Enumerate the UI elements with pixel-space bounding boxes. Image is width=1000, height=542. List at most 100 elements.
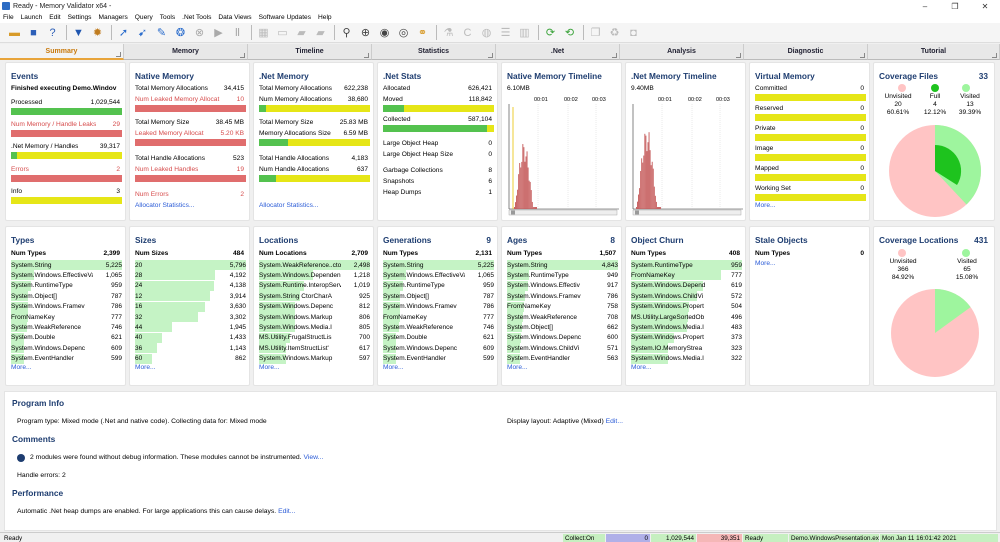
inject-icon[interactable]: ➹ <box>134 25 151 41</box>
recycle-icon[interactable]: ♻ <box>606 25 623 41</box>
stale-more-link[interactable]: More... <box>755 260 776 267</box>
menu-file[interactable]: File <box>3 14 14 21</box>
menu-software-updates[interactable]: Software Updates <box>259 14 311 21</box>
menu-help[interactable]: Help <box>318 14 332 21</box>
generations-more-link[interactable]: More... <box>383 364 404 371</box>
list-item[interactable]: System.IO.MemoryStrea 323 <box>631 343 742 354</box>
virtual-more-link[interactable]: More... <box>755 202 776 209</box>
menu-net-tools[interactable]: .Net Tools <box>182 14 211 21</box>
launch-rocket-icon[interactable]: ➚ <box>115 25 132 41</box>
play-icon[interactable]: ▶ <box>210 25 227 41</box>
list-item[interactable]: 16 3,630 <box>135 301 246 312</box>
list-item[interactable]: System.Windows.Dependen 1,218 <box>259 270 370 281</box>
native-errors-label[interactable]: Num Errors <box>135 191 169 198</box>
grid-icon[interactable]: ▦ <box>255 25 272 41</box>
camera-icon[interactable]: ◘ <box>625 25 642 41</box>
menu-tools[interactable]: Tools <box>160 14 175 21</box>
list-item[interactable]: System.Windows.Depenc 812 <box>259 301 370 312</box>
menu-launch[interactable]: Launch <box>21 14 43 21</box>
comments-view-link[interactable]: View... <box>303 454 323 461</box>
close-button[interactable]: ✕ <box>970 0 1000 12</box>
list-item[interactable]: System.Double 621 <box>11 332 122 343</box>
list-item[interactable]: System.Windows.ChildVi 571 <box>507 343 618 354</box>
tab-timeline[interactable]: Timeline <box>248 44 372 60</box>
list-item[interactable]: System.WeakReference 746 <box>11 322 122 333</box>
list-item[interactable]: System.Windows.Effectiv 917 <box>507 280 618 291</box>
menu-edit[interactable]: Edit <box>49 14 60 21</box>
list-item[interactable]: System.Windows.EffectiveVa 1,065 <box>11 270 122 281</box>
maximize-button[interactable]: ❐ <box>940 0 970 12</box>
list-item[interactable]: System.WeakReference 746 <box>383 322 494 333</box>
attach-icon[interactable]: ❂ <box>172 25 189 41</box>
tab-tutorial[interactable]: Tutorial <box>868 44 1000 60</box>
tab-summary[interactable]: Summary <box>0 44 124 60</box>
locations-more-link[interactable]: More... <box>259 364 280 371</box>
list-item[interactable]: System.EventHandler 563 <box>507 353 618 364</box>
list-item[interactable]: System.String 4,843 <box>507 260 618 270</box>
churn-more-link[interactable]: More... <box>631 364 652 371</box>
list-item[interactable]: System.Windows.Depend 619 <box>631 280 742 291</box>
list-item[interactable]: System.RuntimeType 959 <box>383 280 494 291</box>
list-item[interactable]: FromNameKey 777 <box>11 312 122 322</box>
list-item[interactable]: System.Windows.Propert 373 <box>631 332 742 343</box>
list-item[interactable]: 28 4,192 <box>135 270 246 281</box>
chart-icon[interactable]: ▥ <box>516 25 533 41</box>
menu-query[interactable]: Query <box>135 14 153 21</box>
list-item[interactable]: System.Windows.ChildVi 572 <box>631 291 742 302</box>
list-item[interactable]: 32 3,302 <box>135 312 246 322</box>
globe-icon[interactable]: ◍ <box>478 25 495 41</box>
save-icon[interactable]: ■ <box>25 25 42 41</box>
list-item[interactable]: System.Double 621 <box>383 332 494 343</box>
list-item[interactable]: System.RuntimeType 959 <box>631 260 742 270</box>
search-zoom-icon[interactable]: ◎ <box>395 25 412 41</box>
search-network-icon[interactable]: ⚭ <box>414 25 431 41</box>
stop-icon[interactable]: ⊗ <box>191 25 208 41</box>
minimize-button[interactable]: – <box>910 0 940 12</box>
native-allocator-stats-link[interactable]: Allocator Statistics... <box>135 202 194 209</box>
refresh-icon[interactable]: ⟳ <box>542 25 559 41</box>
truck2-icon[interactable]: ▰ <box>312 25 329 41</box>
leaks-label[interactable]: Num Memory / Handle Leaks <box>11 121 96 128</box>
tab-statistics[interactable]: Statistics <box>372 44 496 60</box>
list-item[interactable]: MS.Utility.FrugalStructLis 700 <box>259 332 370 343</box>
list-item[interactable]: 60 862 <box>135 353 246 364</box>
open-folder-icon[interactable]: ▬ <box>6 25 23 41</box>
list-item[interactable]: System.RuntimeType 959 <box>11 280 122 291</box>
list-item[interactable]: System.String 5,225 <box>11 260 122 270</box>
refresh-all-icon[interactable]: ⟲ <box>561 25 578 41</box>
list-item[interactable]: 12 3,914 <box>135 291 246 302</box>
wait-icon[interactable]: ✎ <box>153 25 170 41</box>
cdi-icon[interactable]: C <box>459 25 476 41</box>
list-item[interactable]: System.RuntimeType 949 <box>507 270 618 281</box>
list-item[interactable]: System.EventHandler 599 <box>383 353 494 364</box>
tab-net[interactable]: .Net <box>496 44 620 60</box>
list-item[interactable]: System.Windows.Depenc 609 <box>383 343 494 354</box>
list-item[interactable]: System.Windows.Markup 806 <box>259 312 370 322</box>
list-item[interactable]: System.Object[] 787 <box>383 291 494 302</box>
window-icon[interactable]: ▭ <box>274 25 291 41</box>
list-item[interactable]: 20 5,796 <box>135 260 246 270</box>
list-item[interactable]: System.Object[] 787 <box>11 291 122 302</box>
list-item[interactable]: FromNameKey 777 <box>383 312 494 322</box>
tab-memory[interactable]: Memory <box>124 44 248 60</box>
filter-icon[interactable]: ▼ <box>70 25 87 41</box>
list-item[interactable]: System.String CtorCharA 925 <box>259 291 370 302</box>
status-collect[interactable]: Collect:On <box>563 534 605 542</box>
list-item[interactable]: 36 1,143 <box>135 343 246 354</box>
search-icon[interactable]: ⚲ <box>338 25 355 41</box>
native-leaked-handles-label[interactable]: Num Leaked Handles <box>135 166 198 173</box>
list-item[interactable]: MS.Utility.LargeSortedOb 496 <box>631 312 742 322</box>
native-leaked-size-label[interactable]: Leaked Memory Allocat <box>135 130 215 137</box>
list-item[interactable]: System.Runtime.InteropServi 1,019 <box>259 280 370 291</box>
list-item[interactable]: System.Windows.Depenc 600 <box>507 332 618 343</box>
pause-icon[interactable]: Ⅱ <box>229 25 246 41</box>
list-item[interactable]: System.String 5,225 <box>383 260 494 270</box>
search-all-icon[interactable]: ◉ <box>376 25 393 41</box>
list-item[interactable]: System.Windows.Framev 786 <box>507 291 618 302</box>
truck-icon[interactable]: ▰ <box>293 25 310 41</box>
menu-settings[interactable]: Settings <box>68 14 92 21</box>
list-item[interactable]: 24 4,138 <box>135 280 246 291</box>
search-plus-icon[interactable]: ⊕ <box>357 25 374 41</box>
ages-more-link[interactable]: More... <box>507 364 528 371</box>
flask-icon[interactable]: ⚗ <box>440 25 457 41</box>
